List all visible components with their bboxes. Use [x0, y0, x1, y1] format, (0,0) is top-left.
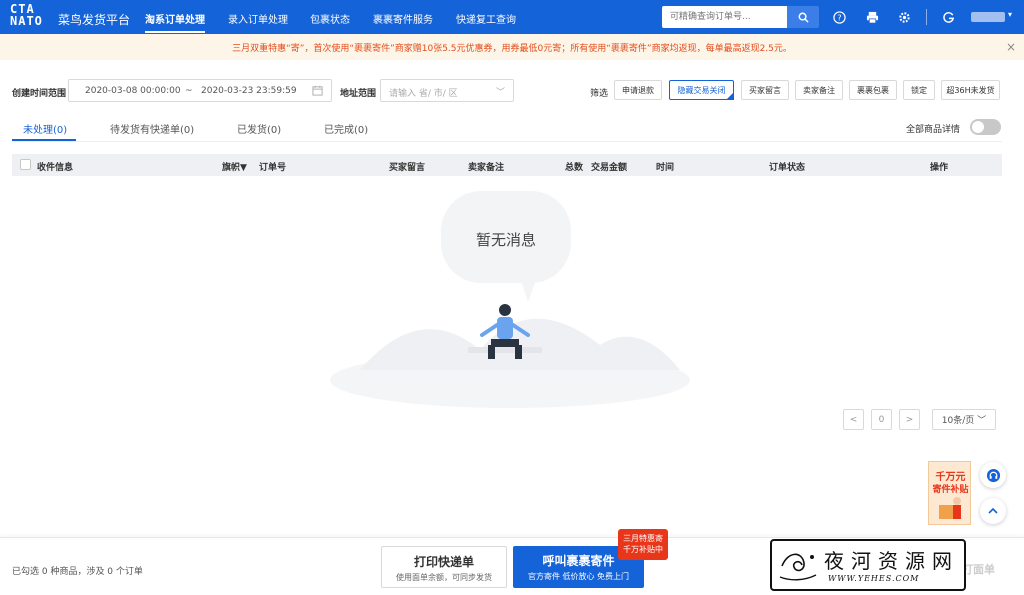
prev-page-button[interactable]: <	[843, 409, 864, 430]
col-status: 订单状态	[769, 163, 806, 173]
col-amount: 交易金额	[591, 163, 628, 173]
user-g-icon[interactable]	[940, 9, 956, 25]
search-button[interactable]	[787, 6, 819, 28]
date-separator: ~	[185, 86, 193, 96]
tab-pending-with-waybill[interactable]: 待发货有快递单(0)	[110, 121, 194, 136]
tab-shipped[interactable]: 已发货(0)	[237, 121, 281, 136]
page-size-value: 10条/页	[941, 416, 975, 426]
time-range-label: 创建时间范围	[12, 89, 67, 99]
order-search-input[interactable]	[662, 6, 787, 28]
filter-seller-note[interactable]: 卖家备注	[795, 80, 843, 100]
print-waybill-title: 打印快递单	[413, 555, 474, 569]
nav-package-status[interactable]: 包裹状态	[310, 11, 350, 26]
brand-title: 菜鸟发货平台	[58, 13, 131, 27]
promo-title: 千万元	[935, 472, 966, 483]
gear-icon[interactable]	[896, 9, 912, 25]
filter-over-36h[interactable]: 超36H未发货	[941, 80, 1000, 100]
col-order-no: 订单号	[259, 163, 287, 173]
promo-subtitle: 寄件补贴	[932, 485, 969, 495]
chevron-up-icon	[988, 507, 998, 514]
headset-icon	[986, 468, 1000, 482]
end-date[interactable]: 2020-03-23 23:59:59	[201, 86, 297, 96]
page-size-select[interactable]: 10条/页 ﹀	[932, 409, 996, 430]
calendar-icon	[312, 85, 323, 96]
filter-label: 筛选	[590, 89, 609, 99]
user-name-blurred[interactable]	[971, 12, 1005, 22]
call-guoguo-subtitle: 官方寄件 低价放心 免费上门	[527, 572, 630, 581]
address-range-select[interactable]: 请输入 省/ 市/ 区 ﹀	[380, 79, 514, 102]
filter-refund[interactable]: 申请退款	[614, 80, 662, 100]
col-time: 时间	[656, 163, 675, 173]
customer-service-button[interactable]	[980, 462, 1006, 488]
col-recipient: 收件信息	[37, 163, 74, 173]
nav-divider	[926, 9, 927, 25]
page-number-input[interactable]: 0	[871, 409, 892, 430]
select-all-checkbox[interactable]	[20, 159, 31, 170]
address-range-label: 地址范围	[340, 89, 377, 99]
tab-completed[interactable]: 已完成(0)	[324, 121, 368, 136]
announcement-text: 三月双重特惠“寄”，首次使用“裹裹寄件”商家赠10张5.5元优惠券，用券最低0元…	[232, 43, 792, 54]
help-icon[interactable]: ?	[831, 9, 847, 25]
chevron-down-icon: ﹀	[977, 416, 987, 426]
subsidy-promo-banner[interactable]: 千万元 寄件补贴	[928, 461, 971, 525]
start-date[interactable]: 2020-03-08 00:00:00	[85, 86, 181, 96]
badge-line1: 三月特惠寄	[623, 534, 663, 543]
filter-buyer-message[interactable]: 买家留言	[741, 80, 789, 100]
chevron-down-icon[interactable]: ▾	[1008, 10, 1012, 19]
product-detail-label: 全部商品详情	[906, 125, 961, 135]
announcement-bar: 三月双重特惠“寄”，首次使用“裹裹寄件”商家赠10张5.5元优惠券，用券最低0元…	[0, 34, 1024, 60]
ornament-icon	[779, 553, 817, 581]
svg-text:?: ?	[837, 12, 841, 22]
back-to-top-button[interactable]	[980, 498, 1006, 524]
courier-figure-icon	[939, 497, 961, 519]
filter-locked[interactable]: 锁定	[903, 80, 935, 100]
orders-table-header: 收件信息 旗帜▼ 订单号 买家留言 卖家备注 总数 交易金额 时间 订单状态 操…	[12, 154, 1002, 176]
badge-line2: 千万补贴中	[623, 545, 663, 554]
print-waybill-subtitle: 使用面单余额，可同步发货	[396, 573, 492, 582]
next-page-button[interactable]: >	[899, 409, 920, 430]
print-label-button[interactable]: 打面单	[962, 561, 995, 577]
nav-taobao-orders[interactable]: 淘系订单处理	[145, 11, 205, 33]
col-total: 总数	[565, 163, 584, 173]
col-buyer-message: 买家留言	[389, 163, 426, 173]
march-promo-badge: 三月特惠寄 千万补贴中	[618, 529, 668, 560]
printer-icon[interactable]	[864, 9, 880, 25]
empty-message: 暂无消息	[475, 231, 536, 249]
site-watermark: 夜河资源网 WWW.YEHES.COM	[770, 539, 966, 591]
col-actions: 操作	[930, 163, 949, 173]
top-nav: CTA NATO 菜鸟发货平台 淘系订单处理 录入订单处理 包裹状态 裹裹寄件服…	[0, 0, 1024, 34]
col-flag[interactable]: 旗帜▼	[222, 160, 247, 173]
nav-guoguo-service[interactable]: 裹裹寄件服务	[373, 11, 433, 26]
nav-express-query[interactable]: 快递复工查询	[456, 11, 516, 26]
product-detail-toggle[interactable]	[970, 119, 1001, 135]
chevron-down-icon: ﹀	[495, 88, 505, 98]
watermark-site-name: 夜河资源网	[824, 549, 959, 573]
print-waybill-button[interactable]: 打印快递单 使用面单余额，可同步发货	[381, 546, 507, 588]
tab-unprocessed[interactable]: 未处理(0)	[23, 121, 67, 136]
cainiao-logo[interactable]: CTA NATO	[10, 3, 46, 31]
watermark-url: WWW.YEHES.COM	[828, 574, 920, 583]
search-icon	[798, 12, 809, 23]
tabs-divider	[12, 141, 1002, 142]
address-placeholder: 请输入 省/ 市/ 区	[389, 89, 458, 99]
close-icon[interactable]: ×	[1006, 41, 1016, 53]
date-range-picker[interactable]: 2020-03-08 00:00:00 ~ 2020-03-23 23:59:5…	[68, 79, 332, 102]
filter-guoguo-package[interactable]: 裹裹包裹	[849, 80, 897, 100]
selection-summary: 已勾选 0 种商品，涉及 0 个订单	[12, 567, 143, 577]
nav-entered-orders[interactable]: 录入订单处理	[228, 11, 288, 26]
filter-hide-closed[interactable]: 隐藏交易关闭	[669, 80, 734, 100]
col-seller-note: 卖家备注	[468, 163, 505, 173]
